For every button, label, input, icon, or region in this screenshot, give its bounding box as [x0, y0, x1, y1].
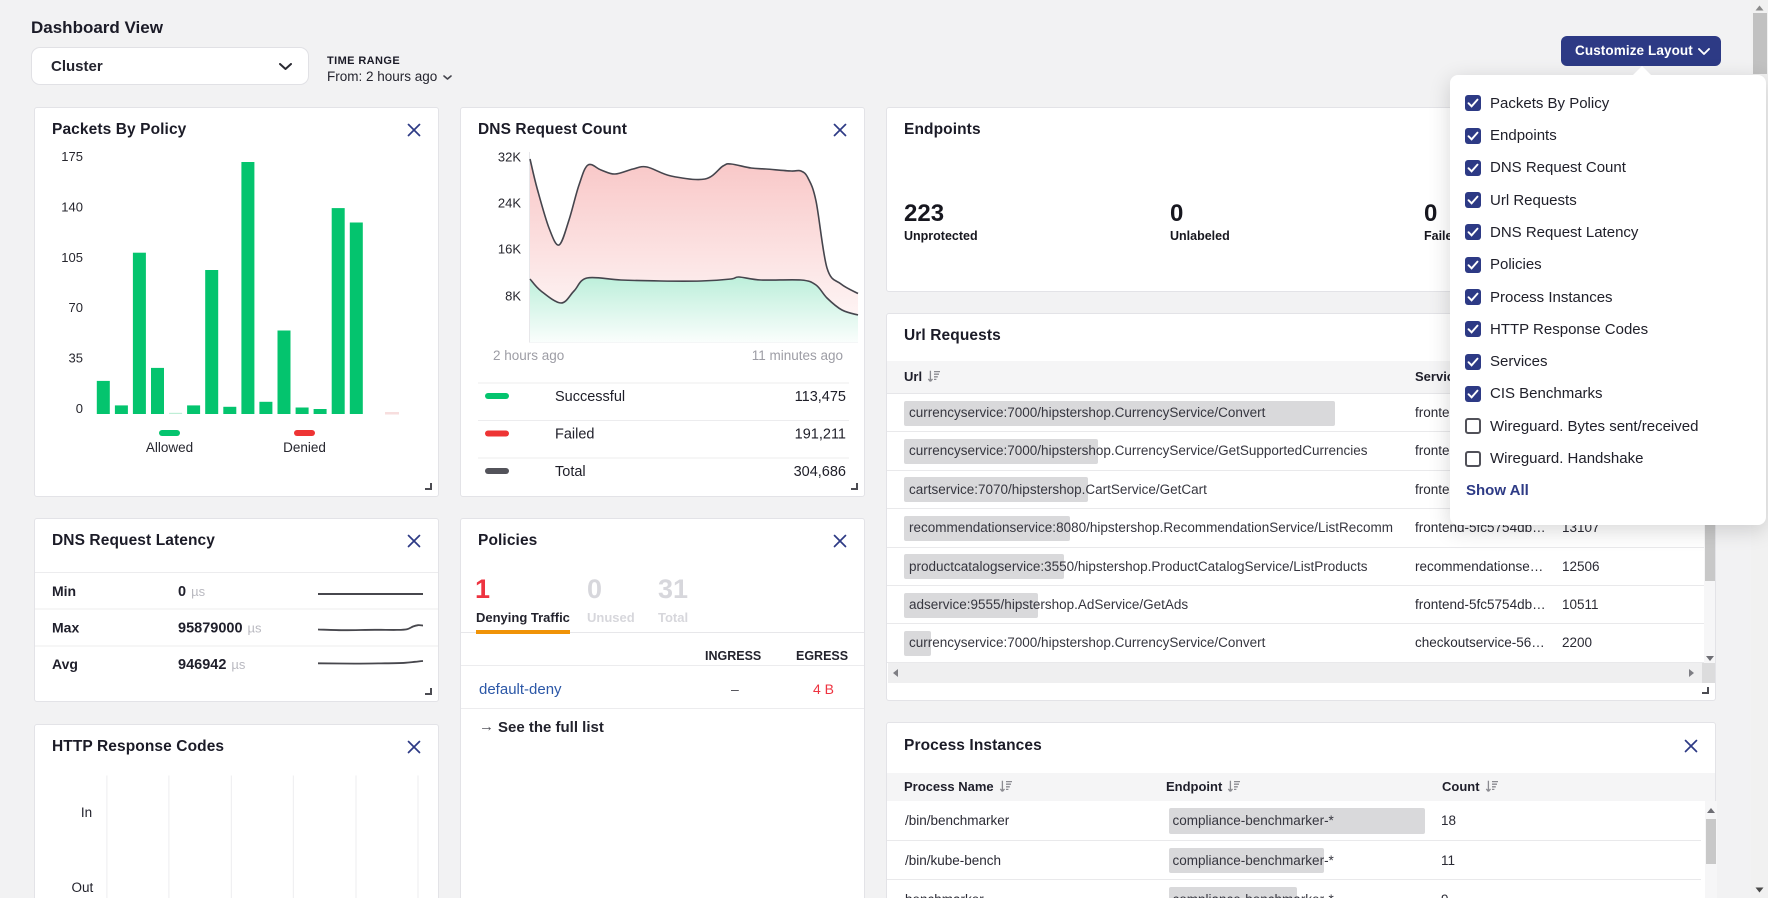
- svg-text:0: 0: [76, 401, 83, 416]
- svg-text:946942µs: 946942µs: [178, 657, 246, 673]
- svg-text:Out: Out: [72, 880, 94, 895]
- svg-text:105: 105: [61, 250, 83, 265]
- svg-text:In: In: [81, 805, 92, 820]
- svg-text:0µs: 0µs: [178, 584, 206, 600]
- svg-text:35: 35: [69, 351, 83, 366]
- svg-text:8K: 8K: [505, 289, 521, 304]
- svg-text:Max: Max: [52, 620, 79, 636]
- svg-text:Allowed: Allowed: [146, 440, 193, 455]
- svg-text:16K: 16K: [498, 242, 521, 257]
- svg-text:11 minutes ago: 11 minutes ago: [752, 348, 843, 363]
- svg-text:70: 70: [69, 300, 83, 315]
- svg-text:32K: 32K: [498, 150, 521, 165]
- svg-text:24K: 24K: [498, 196, 521, 211]
- svg-text:2 hours ago: 2 hours ago: [493, 348, 564, 363]
- svg-text:Successful: Successful: [555, 389, 625, 405]
- svg-text:304,686: 304,686: [794, 464, 846, 480]
- svg-text:Min: Min: [52, 583, 76, 599]
- svg-text:191,211: 191,211: [795, 427, 846, 443]
- svg-text:Denied: Denied: [283, 440, 326, 455]
- svg-text:Avg: Avg: [52, 656, 78, 672]
- svg-text:Total: Total: [555, 464, 586, 480]
- svg-text:140: 140: [61, 199, 83, 214]
- svg-text:113,475: 113,475: [795, 389, 846, 405]
- svg-text:95879000µs: 95879000µs: [178, 621, 262, 637]
- svg-text:175: 175: [61, 149, 83, 164]
- svg-text:Failed: Failed: [555, 427, 595, 443]
